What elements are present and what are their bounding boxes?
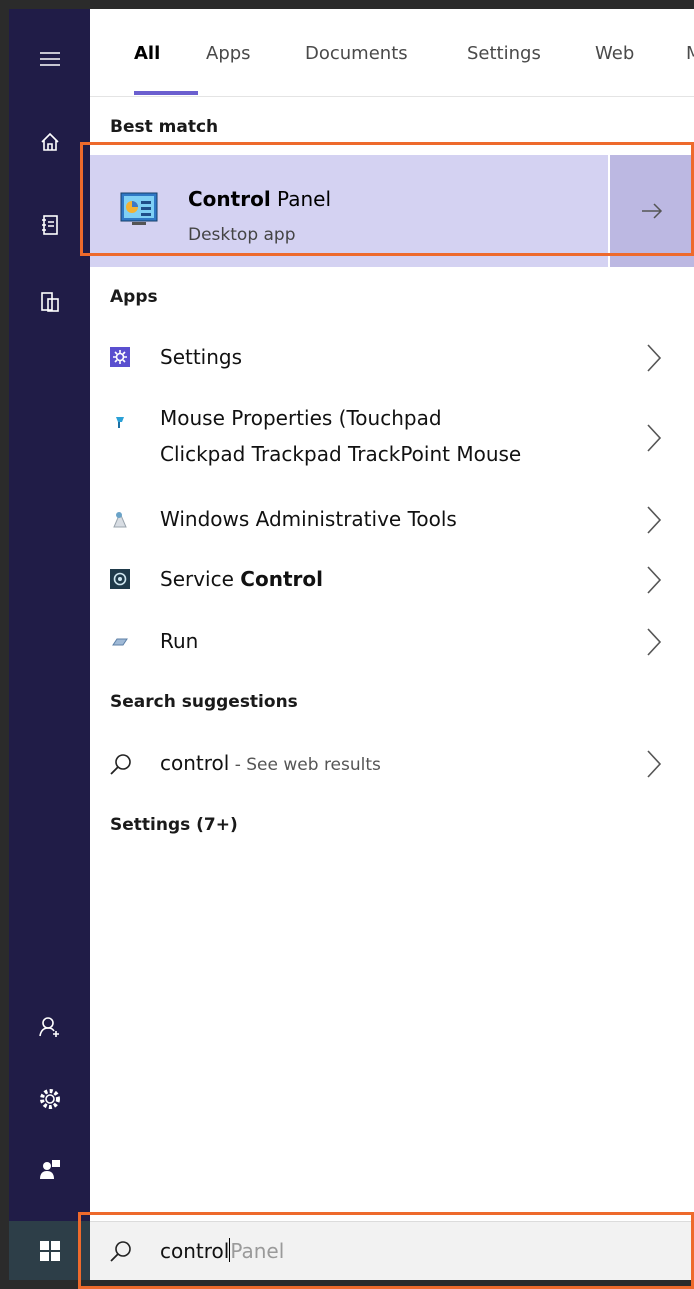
best-match-subtitle: Desktop app (188, 225, 296, 245)
suggestion-hint: - See web results (229, 755, 381, 775)
add-user-icon[interactable] (9, 999, 90, 1055)
left-rail (9, 9, 90, 1280)
documents-icon[interactable] (9, 197, 90, 253)
chevron-right-icon (646, 749, 662, 779)
best-match-title: Control Panel (188, 187, 331, 211)
tab-documents[interactable]: Documents (305, 43, 408, 64)
service-control-bold: Control (240, 567, 323, 591)
settings-count-heading[interactable]: Settings (7+) (110, 815, 238, 835)
list-item-admin-tools[interactable]: Windows Administrative Tools (90, 501, 694, 541)
chevron-right-icon (646, 423, 662, 453)
apps-heading: Apps (110, 287, 158, 307)
suggestion-text: control - See web results (160, 746, 381, 782)
run-label: Run (160, 629, 199, 653)
search-results-panel: All Apps Documents Settings Web M Best m… (90, 9, 694, 1280)
best-match-heading: Best match (110, 117, 219, 137)
filter-tabs: All Apps Documents Settings Web M (90, 9, 694, 97)
chevron-right-icon (646, 505, 662, 535)
search-input[interactable]: controlPanel (160, 1238, 284, 1263)
feedback-icon[interactable] (9, 1141, 90, 1197)
list-item-run[interactable]: Run (90, 623, 694, 663)
suggestion-query: control (160, 751, 230, 775)
tab-all[interactable]: All (134, 43, 160, 64)
admin-tools-icon (110, 509, 130, 529)
list-item-service-control[interactable]: Service Control (90, 561, 694, 601)
active-tab-indicator (134, 91, 198, 95)
mouse-properties-line1: Mouse Properties (Touchpad (160, 406, 442, 430)
search-box[interactable]: controlPanel (90, 1221, 694, 1280)
tab-apps[interactable]: Apps (206, 43, 251, 64)
mouse-icon (110, 413, 130, 433)
list-item-mouse-properties[interactable]: Mouse Properties (Touchpad Clickpad Trac… (90, 401, 694, 473)
list-item-settings[interactable]: Settings (90, 339, 694, 379)
search-autocomplete-hint: Panel (230, 1239, 285, 1263)
home-icon[interactable] (9, 114, 90, 170)
search-suggestions-heading: Search suggestions (110, 692, 298, 712)
arrow-right-icon (642, 203, 663, 219)
service-control-icon (110, 569, 130, 589)
best-match-title-bold: Control (188, 187, 271, 211)
tab-settings[interactable]: Settings (467, 43, 541, 64)
admin-tools-label: Windows Administrative Tools (160, 507, 457, 531)
chevron-right-icon (646, 343, 662, 373)
tab-more[interactable]: M (686, 43, 694, 64)
open-arrow-button[interactable] (608, 155, 694, 267)
gear-icon[interactable] (9, 1071, 90, 1127)
control-panel-icon (120, 191, 158, 227)
hamburger-icon[interactable] (9, 31, 90, 87)
chevron-right-icon (646, 627, 662, 657)
devices-icon[interactable] (9, 274, 90, 330)
settings-app-icon (110, 347, 130, 367)
list-item-web-suggestion[interactable]: control - See web results (90, 745, 694, 785)
service-control-label: Service Control (160, 562, 323, 596)
run-icon (110, 631, 130, 651)
best-match-control-panel[interactable]: Control Panel Desktop app (90, 155, 694, 267)
tab-web[interactable]: Web (595, 43, 634, 64)
search-typed-text: control (160, 1239, 230, 1263)
windows-logo-icon[interactable] (9, 1221, 90, 1280)
search-icon (110, 753, 131, 775)
mouse-properties-line2: Clickpad Trackpad TrackPoint Mouse (160, 442, 522, 466)
chevron-right-icon (646, 565, 662, 595)
best-match-title-rest: Panel (270, 187, 331, 211)
service-control-plain: Service (160, 567, 241, 591)
settings-label: Settings (160, 345, 243, 369)
search-icon (110, 1240, 131, 1262)
